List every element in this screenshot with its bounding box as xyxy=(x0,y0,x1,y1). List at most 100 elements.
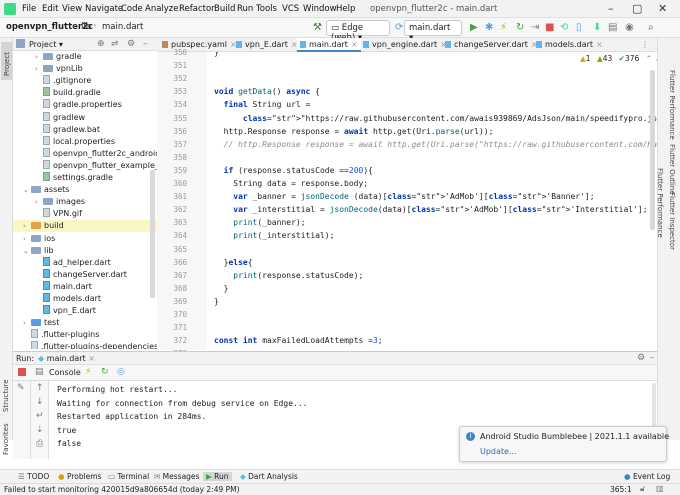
refresh-icon[interactable]: ⟳ xyxy=(395,22,403,33)
tool-run[interactable]: ▶ Run xyxy=(203,472,232,481)
hot-restart-icon[interactable]: ↻ xyxy=(101,367,109,377)
tree-item[interactable]: › ios xyxy=(13,233,157,245)
menu-tools[interactable]: Tools xyxy=(256,4,277,14)
menu-refactor[interactable]: Refactor xyxy=(179,4,215,14)
device-select[interactable]: ▭ Edge (web) ▾ xyxy=(326,20,390,43)
caret-position[interactable]: 365:1 xyxy=(610,485,632,494)
menu-code[interactable]: Code xyxy=(121,4,143,14)
sync-icon[interactable]: ⟲ xyxy=(560,22,568,33)
tree-item[interactable]: › gradle xyxy=(13,51,157,63)
tool-dart-analysis[interactable]: ◆ Dart Analysis xyxy=(240,472,298,481)
minimize-icon[interactable]: – xyxy=(608,2,614,15)
menu-file[interactable]: File xyxy=(22,4,36,14)
menu-build[interactable]: Build xyxy=(214,4,235,14)
print-icon[interactable]: ⎙ xyxy=(36,439,43,449)
tab-models[interactable]: models.dart × xyxy=(533,38,606,52)
tool-event-log[interactable]: ● Event Log xyxy=(624,472,670,481)
menu-run[interactable]: Run xyxy=(237,4,253,14)
breadcrumb-lib[interactable]: lib xyxy=(81,22,91,32)
account-icon[interactable]: ◉ xyxy=(625,22,634,33)
tree-item[interactable]: .flutter-plugins-dependencies xyxy=(13,341,157,349)
debug-icon[interactable]: ✱ xyxy=(485,22,493,33)
tab-change-server[interactable]: changeServer.dart × xyxy=(442,38,541,52)
flutter-inspector-label[interactable]: Flutter Inspector xyxy=(668,192,676,250)
locate-icon[interactable]: ⊕ xyxy=(97,39,105,49)
tree-item[interactable]: local.properties xyxy=(13,135,157,148)
scroll-end-icon[interactable]: ⇣ xyxy=(36,425,44,435)
tab-menu-icon[interactable]: ⋮ xyxy=(641,40,649,49)
tree-item[interactable]: build.gradle xyxy=(13,87,157,99)
menu-vcs[interactable]: VCS xyxy=(282,4,299,14)
tree-item[interactable]: ad_helper.dart xyxy=(13,256,157,269)
memory-indicator-icon[interactable]: ▥ xyxy=(656,484,664,493)
tree-item[interactable]: gradlew xyxy=(13,111,157,124)
chevron-down-icon[interactable]: ⌄ xyxy=(23,245,31,257)
status-message[interactable]: Failed to start monitoring 420015d9a8066… xyxy=(4,485,240,494)
tree-item[interactable]: ⌄ lib xyxy=(13,245,157,257)
tree-item[interactable]: .flutter-plugins xyxy=(13,329,157,341)
chevron-right-icon[interactable]: › xyxy=(23,317,31,329)
chevron-right-icon[interactable]: › xyxy=(35,196,43,208)
close-icon[interactable]: × xyxy=(88,354,95,363)
gear-icon[interactable]: ⚙ xyxy=(637,353,645,363)
attach-icon[interactable]: ⇥ xyxy=(531,22,539,33)
tree-item[interactable]: VPN.gif xyxy=(13,208,157,220)
hide-panel-icon[interactable]: – xyxy=(143,39,148,49)
flutter-performance-tool[interactable]: Flutter Performance xyxy=(656,168,664,238)
soft-wrap-icon[interactable]: ↵ xyxy=(36,411,44,421)
tree-item[interactable]: › vpnLib xyxy=(13,63,157,75)
tree-item[interactable]: › images xyxy=(13,196,157,208)
project-tool-button[interactable]: Project xyxy=(1,42,12,80)
device-manager-icon[interactable]: ▯ xyxy=(576,22,582,33)
pin-icon[interactable]: ✎ xyxy=(17,383,25,393)
chevron-right-icon[interactable]: › xyxy=(23,233,31,245)
tree-item[interactable]: vpn_E.dart xyxy=(13,305,157,317)
tree-item[interactable]: openvpn_flutter2c_android.im xyxy=(13,147,157,160)
maximize-icon[interactable]: ▢ xyxy=(632,2,642,15)
close-icon[interactable]: × xyxy=(351,40,358,49)
close-icon[interactable]: ✕ xyxy=(658,2,667,15)
project-view-select[interactable]: Project ▾ xyxy=(29,40,63,49)
chevron-down-icon[interactable]: ⌄ xyxy=(23,184,31,196)
menu-edit[interactable]: Edit xyxy=(42,4,58,14)
hot-restart-icon[interactable]: ↻ xyxy=(516,22,524,33)
close-icon[interactable]: × xyxy=(596,40,603,49)
breadcrumb-project[interactable]: openvpn_flutter2c xyxy=(6,22,93,32)
tree-item[interactable]: ⌄ assets xyxy=(13,184,157,196)
tab-vpn-e[interactable]: vpn_E.dart × xyxy=(233,38,301,52)
tool-problems[interactable]: ● Problems xyxy=(58,472,102,481)
menu-view[interactable]: View xyxy=(62,4,82,14)
chevron-up-icon[interactable]: ⌃ xyxy=(646,54,652,63)
code-editor[interactable]: } void getData() async { final String url… xyxy=(207,52,657,350)
hide-panel-icon[interactable]: – xyxy=(650,353,655,363)
run-config-select[interactable]: main.dart ▾ xyxy=(404,20,462,43)
scroll-up-icon[interactable]: ↑ xyxy=(36,383,44,393)
stop-icon[interactable] xyxy=(18,368,26,376)
editor-scrollbar[interactable] xyxy=(650,70,655,230)
menu-help[interactable]: Help xyxy=(336,4,355,14)
menu-analyze[interactable]: Analyze xyxy=(145,4,179,14)
run-icon[interactable]: ▶ xyxy=(470,22,478,33)
scroll-down-icon[interactable]: ↓ xyxy=(36,397,44,407)
breadcrumb-file[interactable]: main.dart xyxy=(102,22,143,32)
tree-item[interactable]: openvpn_flutter_example_andr xyxy=(13,159,157,172)
flutter-outline-label[interactable]: Flutter Outline xyxy=(668,144,676,195)
collapse-all-icon[interactable]: ⇌ xyxy=(111,39,119,49)
tree-item[interactable]: main.dart xyxy=(13,280,157,293)
project-scrollbar[interactable] xyxy=(150,170,155,298)
tree-item[interactable]: › build xyxy=(13,220,157,233)
console-tab[interactable]: Console xyxy=(49,368,81,377)
structure-tool-label[interactable]: Structure xyxy=(2,379,10,412)
hammer-icon[interactable]: ⚒ xyxy=(313,22,322,33)
update-link[interactable]: Update... xyxy=(480,447,517,456)
run-config-tab[interactable]: ◆ main.dart × xyxy=(38,354,95,363)
chevron-right-icon[interactable]: › xyxy=(23,220,31,232)
hot-reload-icon[interactable]: ⚡ xyxy=(85,367,91,377)
search-icon[interactable]: ⌕ xyxy=(648,22,654,33)
update-notification[interactable]: i Android Studio Bumblebee | 2021.1.1 av… xyxy=(459,426,669,462)
inspection-widget[interactable]: ▲1 ▲43 ✔376 ⌃ ⌄ xyxy=(580,54,661,63)
chevron-right-icon[interactable]: › xyxy=(35,63,43,75)
tab-vpn-engine[interactable]: vpn_engine.dart × xyxy=(360,38,450,52)
flutter-performance-label[interactable]: Flutter Performance xyxy=(668,70,676,140)
menu-navigate[interactable]: Navigate xyxy=(85,4,123,14)
